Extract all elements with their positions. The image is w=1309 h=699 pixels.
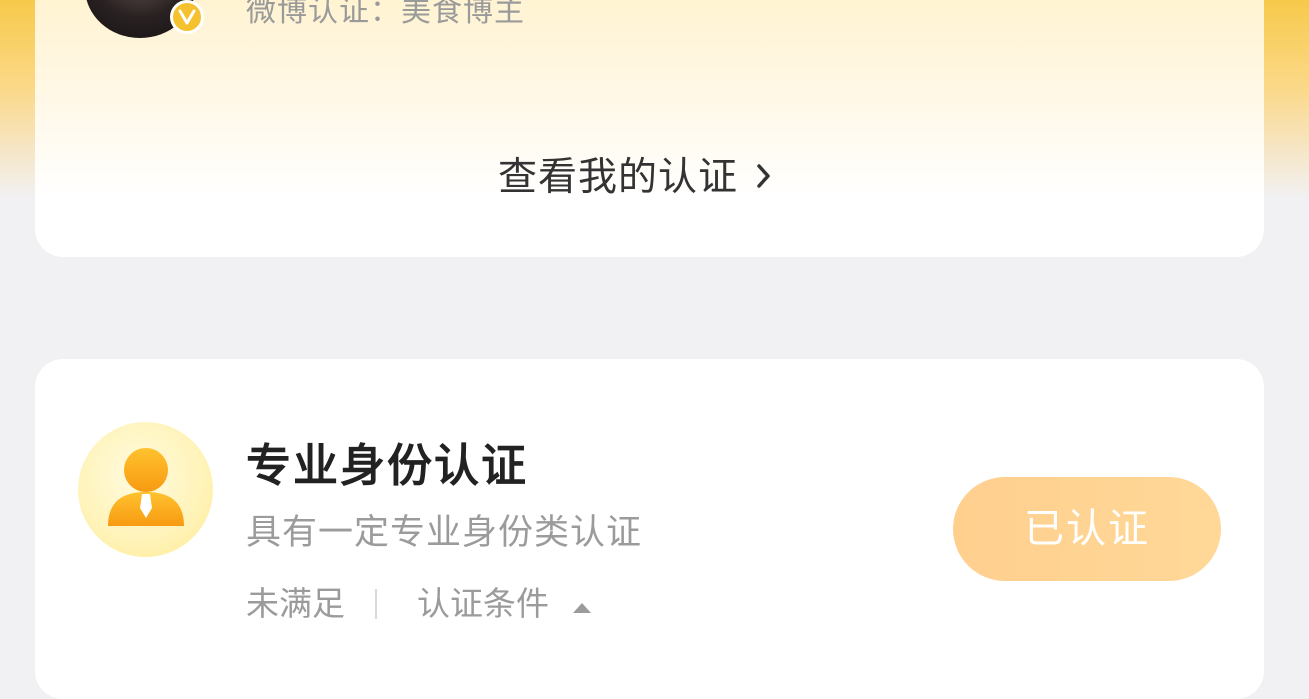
- card-description: 具有一定专业身份类认证: [246, 513, 643, 553]
- verified-button[interactable]: 已认证: [953, 477, 1221, 581]
- professional-person-icon: [78, 422, 213, 557]
- card-title: 专业身份认证: [246, 439, 529, 492]
- conditions-label: 认证条件: [417, 584, 549, 623]
- view-my-certification-label: 查看我的认证: [498, 155, 739, 200]
- conditions-toggle[interactable]: 认证条件: [417, 583, 593, 625]
- professional-identity-card: 专业身份认证 具有一定专业身份类认证 未满足 认证条件 已认证: [35, 359, 1264, 699]
- verified-v-icon: [170, 0, 204, 34]
- chevron-right-icon: [756, 163, 772, 193]
- my-certification-card: 微博认证：美食博主 查看我的认证: [35, 0, 1264, 257]
- status-text: 未满足: [246, 584, 345, 623]
- status-row: 未满足 认证条件: [246, 583, 593, 625]
- view-my-certification-link[interactable]: 查看我的认证: [498, 154, 772, 202]
- certification-type-text: 微博认证：美食博主: [246, 0, 525, 29]
- caret-up-icon: [571, 583, 593, 625]
- status-divider: [375, 589, 377, 619]
